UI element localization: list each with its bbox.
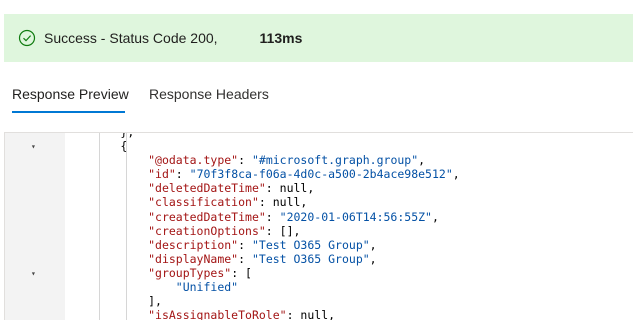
json-punctuation: : null,: [265, 181, 315, 196]
json-key: "deletedDateTime": [148, 181, 266, 196]
status-banner: Success - Status Code 200, 113ms: [4, 14, 633, 62]
code-line: "deletedDateTime": null,: [65, 181, 633, 195]
active-tab-indicator: [12, 111, 125, 113]
code-line: "id": "70f3f8ca-f06a-4d0c-a500-2b4ace98e…: [65, 167, 633, 181]
response-time: 113ms: [259, 30, 303, 46]
json-string: "2020-01-06T14:56:55Z": [279, 209, 432, 224]
json-punctuation: : null,: [286, 308, 336, 320]
json-string: "Unified": [175, 280, 239, 295]
json-string: "#microsoft.graph.group": [251, 153, 419, 168]
json-punctuation: : [: [231, 265, 252, 280]
code-line: ▾ "groupTypes": [: [31, 265, 633, 280]
json-key: "classification": [148, 195, 259, 210]
json-punctuation: ,: [369, 251, 377, 266]
json-punctuation: ],: [148, 294, 162, 309]
json-string: "Test O365 Group": [251, 251, 370, 266]
code-line: "creationOptions": [],: [65, 224, 633, 238]
code-line: "displayName": "Test O365 Group",: [65, 252, 633, 266]
code-line: },: [65, 132, 633, 139]
status-text: Success - Status Code 200,: [44, 30, 218, 46]
json-key: "creationOptions": [148, 223, 266, 238]
code-line: "createdDateTime": "2020-01-06T14:56:55Z…: [65, 210, 633, 224]
check-circle-icon: [18, 29, 36, 47]
fold-chevron-icon[interactable]: ▾: [31, 140, 36, 154]
editor-gutter: [5, 133, 65, 320]
code-line: ],: [65, 294, 633, 308]
code-line: ▾ {: [31, 139, 633, 154]
json-punctuation: {: [120, 139, 128, 154]
json-punctuation: ,: [418, 153, 426, 168]
json-key: "groupTypes": [148, 265, 232, 280]
json-punctuation: ,: [452, 167, 460, 182]
json-punctuation: ,: [431, 209, 439, 224]
json-punctuation: :: [238, 251, 252, 266]
response-editor[interactable]: }, ▾ { "@odata.type": "#microsoft.graph.g…: [4, 132, 633, 320]
fold-chevron-icon[interactable]: ▾: [31, 267, 36, 281]
code-line: "@odata.type": "#microsoft.graph.group",: [65, 153, 633, 167]
json-punctuation: :: [238, 237, 252, 252]
json-punctuation: : [],: [265, 223, 301, 238]
json-punctuation: : null,: [258, 195, 308, 210]
tab-response-headers[interactable]: Response Headers: [149, 86, 269, 102]
json-key: "@odata.type": [148, 153, 239, 168]
json-key: "displayName": [148, 251, 239, 266]
code-line: "classification": null,: [65, 195, 633, 209]
json-string: "Test O365 Group": [251, 237, 370, 252]
json-key: "id": [148, 167, 176, 182]
json-punctuation: },: [120, 132, 135, 139]
json-key: "isAssignableToRole": [148, 308, 287, 320]
json-punctuation: ,: [369, 237, 377, 252]
json-key: "createdDateTime": [148, 209, 266, 224]
json-string: "70f3f8ca-f06a-4d0c-a500-2b4ace98e512": [189, 167, 453, 182]
tab-response-preview[interactable]: Response Preview: [12, 86, 129, 102]
code-line: "Unified": [65, 280, 633, 294]
json-punctuation: :: [265, 209, 280, 224]
json-punctuation: :: [238, 153, 252, 168]
json-key: "description": [148, 237, 239, 252]
code-line: "description": "Test O365 Group",: [65, 238, 633, 252]
code-content: }, ▾ { "@odata.type": "#microsoft.graph.g…: [31, 132, 633, 320]
code-line: "isAssignableToRole": null,: [65, 308, 633, 320]
json-punctuation: :: [175, 167, 190, 182]
